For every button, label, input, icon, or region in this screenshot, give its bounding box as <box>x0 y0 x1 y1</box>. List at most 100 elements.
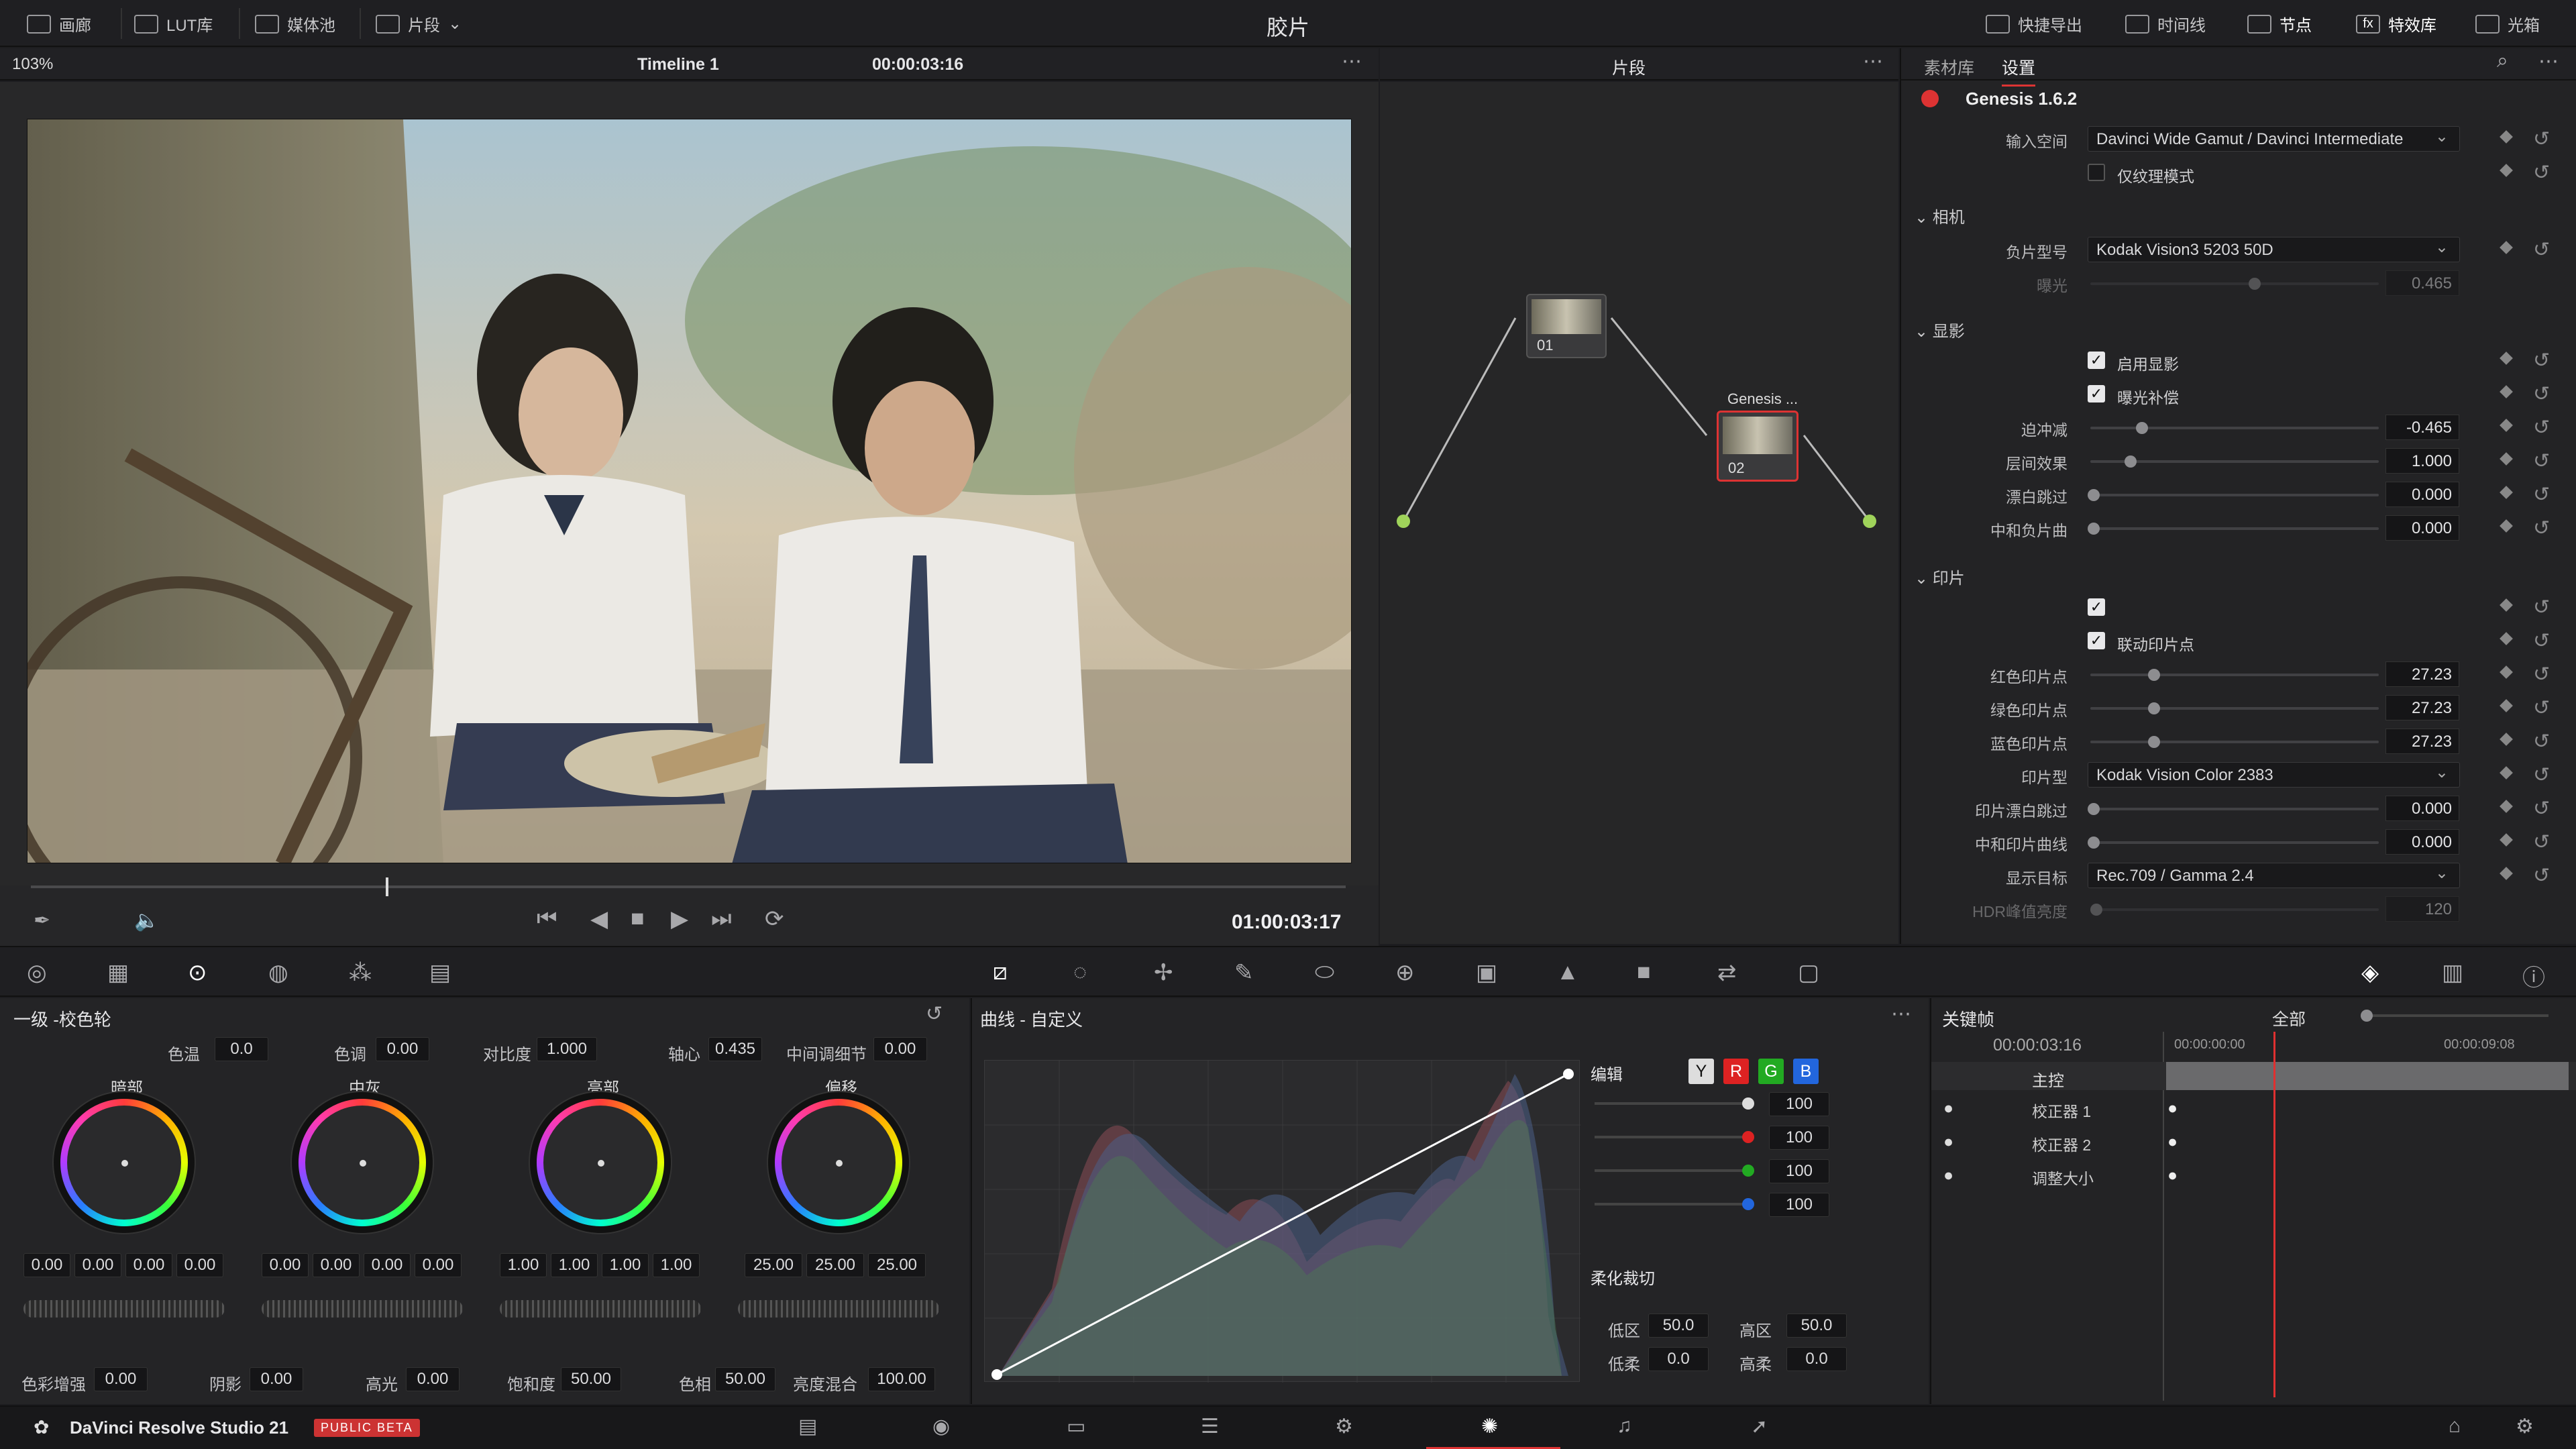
wheel-master-jog[interactable] <box>738 1300 939 1318</box>
curve-graph[interactable] <box>984 1060 1580 1383</box>
keyframe-playhead[interactable] <box>2273 1032 2275 1397</box>
color-wheels-icon[interactable]: ⊙ <box>188 959 207 986</box>
camera-raw-icon[interactable]: ◎ <box>27 959 47 986</box>
highlights-wheel[interactable]: 亮部 1.00 1.00 1.00 1.00 <box>500 1072 741 1334</box>
keyframe-icon[interactable] <box>2500 419 2513 432</box>
stop-icon[interactable]: ■ <box>631 906 645 932</box>
print-bleach-slider[interactable] <box>2088 803 2379 815</box>
tab-library[interactable]: 素材库 <box>1924 55 1974 79</box>
quick-export-button[interactable]: 快捷导出 <box>1986 12 2082 36</box>
link-print-checkbox[interactable]: ✓ <box>2088 632 2105 649</box>
intensity-r-slider[interactable] <box>1595 1131 1754 1143</box>
channel-g-button[interactable]: G <box>1758 1059 1784 1084</box>
red-print-value[interactable]: 27.23 <box>2385 661 2459 687</box>
keyframe-icon[interactable] <box>2500 733 2513 746</box>
red-print-slider[interactable] <box>2090 669 2379 681</box>
fairlight-page-icon[interactable]: ⚙ <box>1335 1415 1353 1438</box>
channel-b-button[interactable]: B <box>1793 1059 1819 1084</box>
offset-wheel[interactable]: 偏移 25.00 25.00 25.00 <box>738 1072 979 1334</box>
hdr-slider[interactable] <box>2090 904 2379 916</box>
boost-value[interactable]: 0.00 <box>94 1367 148 1391</box>
node-mode-select[interactable]: 片段 <box>1612 55 1646 79</box>
green-print-slider[interactable] <box>2090 702 2379 714</box>
wheel-master-jog[interactable] <box>23 1300 225 1318</box>
texture-checkbox[interactable] <box>2088 164 2105 181</box>
temp-value[interactable]: 0.0 <box>215 1037 268 1061</box>
keyframe-icon[interactable] <box>2500 632 2513 645</box>
exposure-slider[interactable] <box>2090 278 2379 290</box>
loop-icon[interactable]: ⟳ <box>765 906 784 932</box>
print-neutral-value[interactable]: 0.000 <box>2385 829 2459 855</box>
neutral-slider[interactable] <box>2088 523 2379 535</box>
keyframe-icon[interactable] <box>2500 519 2513 533</box>
keyframe-icon[interactable] <box>2500 598 2513 612</box>
high-value[interactable]: 50.0 <box>1786 1313 1847 1338</box>
play-icon[interactable]: ▶ <box>671 906 688 932</box>
fusion-page-icon[interactable]: ☰ <box>1201 1415 1219 1438</box>
interlayer-slider[interactable] <box>2090 455 2379 468</box>
keyframe-icon[interactable] <box>2500 833 2513 847</box>
more-options-icon[interactable]: ⋯ <box>1863 50 1883 73</box>
wheel-b-value[interactable]: 1.00 <box>653 1253 700 1277</box>
exposure-comp-checkbox[interactable]: ✓ <box>2088 385 2105 402</box>
wheel-b-value[interactable]: 0.00 <box>415 1253 462 1277</box>
reset-icon[interactable]: ↺ <box>2533 416 2550 439</box>
scrubber-track[interactable] <box>31 885 1346 888</box>
color-wheel[interactable] <box>775 1099 902 1226</box>
deliver-page-icon[interactable]: ➚ <box>1751 1415 1768 1438</box>
intensity-g-slider[interactable] <box>1595 1165 1754 1177</box>
color-picker-icon[interactable]: ✒ <box>34 909 50 932</box>
print-neutral-slider[interactable] <box>2088 837 2379 849</box>
camera-section[interactable]: ⌄ 相机 <box>1915 204 1965 227</box>
intensity-b-value[interactable]: 100 <box>1769 1193 1829 1217</box>
film-select[interactable]: Kodak Vision3 5203 50D <box>2088 237 2460 262</box>
timeline-button[interactable]: 时间线 <box>2125 12 2206 36</box>
md-value[interactable]: 0.00 <box>873 1037 927 1061</box>
push-slider[interactable] <box>2090 422 2379 434</box>
keyframe-zoom-slider[interactable] <box>2361 1010 2548 1022</box>
print-section[interactable]: ⌄ 印片 <box>1915 565 1965 588</box>
media-page-icon[interactable]: ▤ <box>798 1415 817 1438</box>
tint-value[interactable]: 0.00 <box>376 1037 429 1061</box>
reset-icon[interactable]: ↺ <box>2533 629 2550 653</box>
intensity-y-value[interactable]: 100 <box>1769 1092 1829 1116</box>
reset-icon[interactable]: ↺ <box>2533 763 2550 787</box>
keyframe-icon[interactable] <box>2500 665 2513 679</box>
cut-page-icon[interactable]: ◉ <box>932 1415 950 1438</box>
keyframes-icon[interactable]: ◈ <box>2361 959 2379 986</box>
enable-dot[interactable]: ● <box>1943 1166 1953 1185</box>
intensity-b-slider[interactable] <box>1595 1198 1754 1210</box>
hdr-wheels-icon[interactable]: ◍ <box>268 959 288 986</box>
home-icon[interactable]: ⌂ <box>2449 1415 2461 1438</box>
reset-icon[interactable]: ↺ <box>2533 349 2550 372</box>
enable-dot[interactable]: ● <box>1943 1099 1953 1118</box>
wheel-g-value[interactable]: 1.00 <box>602 1253 649 1277</box>
color-wheel[interactable] <box>537 1099 664 1226</box>
lum-value[interactable]: 100.00 <box>868 1367 935 1391</box>
channel-y-button[interactable]: Y <box>1688 1059 1714 1084</box>
key-icon[interactable]: ■ <box>1637 959 1651 985</box>
shadow-value[interactable]: 0.00 <box>250 1367 303 1391</box>
wheel-b-value[interactable]: 25.00 <box>868 1253 926 1277</box>
sizing-icon[interactable]: ⇄ <box>1717 959 1737 986</box>
wheel-r-value[interactable]: 0.00 <box>74 1253 121 1277</box>
exposure-value[interactable]: 0.465 <box>2385 270 2459 296</box>
hl-value[interactable]: 0.00 <box>406 1367 460 1391</box>
wheel-g-value[interactable]: 0.00 <box>125 1253 172 1277</box>
reset-icon[interactable]: ↺ <box>2533 596 2550 619</box>
keyframe-icon[interactable] <box>2500 699 2513 712</box>
blue-print-slider[interactable] <box>2090 736 2379 748</box>
viewer-timecode[interactable]: 00:00:03:16 <box>872 55 963 74</box>
intensity-g-value[interactable]: 100 <box>1769 1159 1829 1183</box>
timeline-name[interactable]: Timeline 1 <box>637 55 719 74</box>
wheel-master-jog[interactable] <box>262 1300 463 1318</box>
reset-icon[interactable]: ↺ <box>2533 517 2550 540</box>
wheel-r-value[interactable]: 25.00 <box>745 1253 802 1277</box>
lightbox-button[interactable]: 光箱 <box>2475 12 2540 36</box>
keyframe-marker[interactable]: ● <box>2167 1132 2178 1152</box>
intensity-y-slider[interactable] <box>1595 1097 1754 1110</box>
rgb-mixer-icon[interactable]: ⁂ <box>349 959 372 986</box>
keyframe-icon[interactable] <box>2500 486 2513 499</box>
keyframe-icon[interactable] <box>2500 130 2513 144</box>
master-track[interactable] <box>2166 1062 2569 1090</box>
